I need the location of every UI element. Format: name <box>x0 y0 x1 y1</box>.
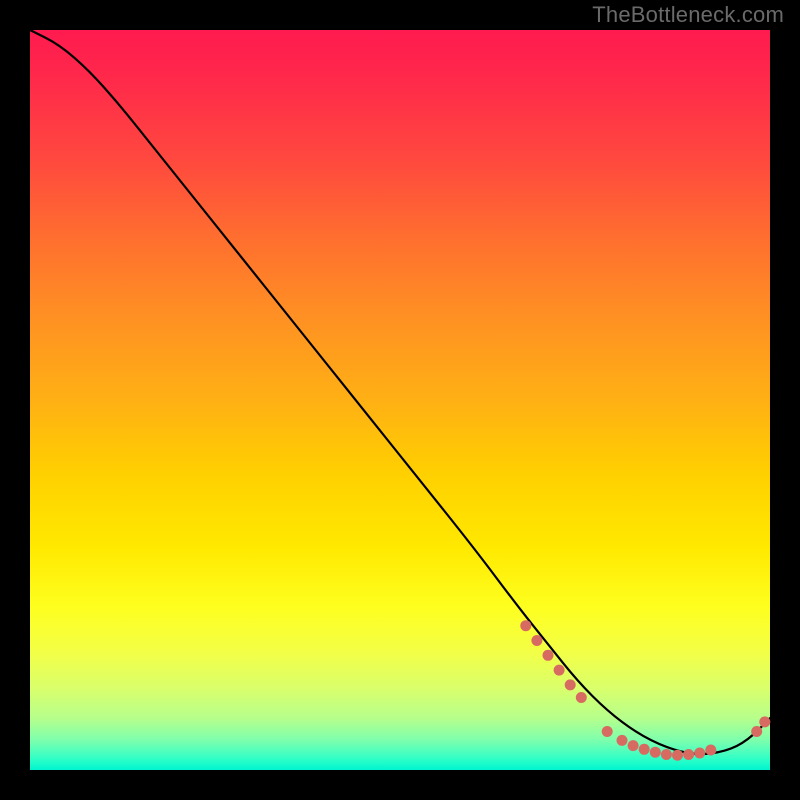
data-marker <box>628 740 639 751</box>
data-marker <box>661 749 672 760</box>
data-marker <box>531 635 542 646</box>
plot-area <box>30 30 770 770</box>
data-marker <box>683 749 694 760</box>
data-marker <box>751 726 762 737</box>
data-marker <box>602 726 613 737</box>
data-marker <box>543 650 554 661</box>
data-marker <box>694 748 705 759</box>
data-marker <box>554 665 565 676</box>
data-marker <box>520 620 531 631</box>
data-marker <box>565 679 576 690</box>
watermark-text: TheBottleneck.com <box>592 2 784 28</box>
data-marker <box>672 750 683 761</box>
data-marker <box>705 745 716 756</box>
bottleneck-curve <box>30 30 770 754</box>
data-marker <box>639 744 650 755</box>
data-marker <box>576 692 587 703</box>
data-marker <box>650 747 661 758</box>
overlay-svg <box>30 30 770 770</box>
data-marker <box>759 716 770 727</box>
data-markers <box>520 620 770 761</box>
data-marker <box>617 735 628 746</box>
chart-stage: TheBottleneck.com <box>0 0 800 800</box>
